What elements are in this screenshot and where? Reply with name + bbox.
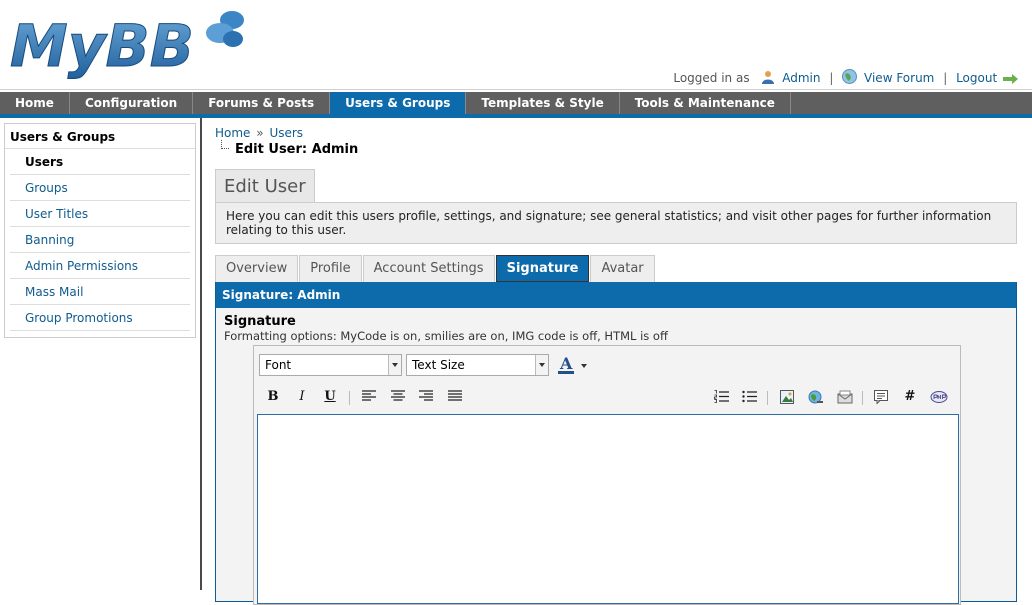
php-code-button[interactable] [928,387,950,407]
chevron-down-icon [581,364,587,368]
tab-bar: Overview Profile Account Settings Signat… [215,255,1017,282]
tab-overview[interactable]: Overview [215,255,299,282]
breadcrumb-users[interactable]: Users [269,126,303,140]
main-content: Home » Users Edit User: Admin Edit User … [215,126,1017,605]
font-select-value: Font [265,358,292,372]
underline-button[interactable]: U [319,387,341,407]
toolbar-separator [862,391,863,405]
sidebar-item-mass-mail[interactable]: Mass Mail [10,279,190,305]
breadcrumb: Home » Users [215,126,1017,140]
code-button[interactable]: # [899,387,921,407]
sidebar-item-banning[interactable]: Banning [10,227,190,253]
italic-button[interactable]: I [291,387,313,407]
sidebar-item-label[interactable]: User Titles [25,207,88,221]
user-link[interactable]: Admin [782,71,820,85]
signature-label: Signature [224,314,296,329]
sidebar-item-label[interactable]: Group Promotions [25,311,133,325]
insert-email-button[interactable] [834,387,856,407]
page-title: Edit User [215,169,315,202]
justify-icon [448,390,462,401]
page-intro: Here you can edit this users profile, se… [215,202,1017,244]
bold-button[interactable]: B [262,387,284,407]
nav-home[interactable]: Home [0,92,70,114]
align-right-button[interactable] [415,387,437,407]
ordered-list-icon [713,390,729,403]
tab-signature[interactable]: Signature [495,255,590,282]
sidebar-item-label[interactable]: Admin Permissions [25,259,138,273]
text-size-select[interactable]: Text Size [406,354,549,376]
logout-link[interactable]: Logout [956,71,997,85]
mybb-logo[interactable]: MyBB [8,6,248,82]
arrow-right-icon [1003,73,1019,87]
nav-templates-style[interactable]: Templates & Style [466,92,620,114]
userbar: Logged in as Admin | View Forum | Logout [673,69,1022,87]
sidebar-item-group-promotions[interactable]: Group Promotions [10,305,190,331]
align-left-icon [362,390,376,401]
breadcrumb-current: Edit User: Admin [215,140,1017,158]
tab-profile[interactable]: Profile [299,255,362,282]
nav-users-groups[interactable]: Users & Groups [330,92,467,114]
sidebar-item-label[interactable]: Banning [25,233,74,247]
main-nav: Home Configuration Forums & Posts Users … [0,92,1032,118]
panel-title: Signature: Admin [216,282,1016,308]
quote-button[interactable] [870,387,892,407]
link-globe-icon [808,390,823,404]
logged-in-label: Logged in as [673,71,750,85]
logo-text: MyBB [10,12,194,80]
sidebar-item-label[interactable]: Groups [25,181,68,195]
sidebar-item-label[interactable]: Users [25,155,63,169]
image-icon [780,390,794,404]
align-right-icon [419,390,433,401]
ordered-list-button[interactable] [710,387,732,407]
header: MyBB Logged in as Admin | View Forum | L… [0,0,1032,90]
nav-configuration[interactable]: Configuration [70,92,194,114]
sidebar-item-label[interactable]: Mass Mail [25,285,83,299]
breadcrumb-current-label: Edit User: Admin [235,142,359,157]
insert-image-button[interactable] [776,387,798,407]
chevron-down-icon [388,355,401,375]
align-center-button[interactable] [387,387,409,407]
justify-button[interactable] [444,387,466,407]
unordered-list-icon [741,390,757,403]
align-center-icon [391,390,405,401]
align-left-button[interactable] [358,387,380,407]
signature-editor: Font Text Size A B I U # [253,345,961,605]
tab-account-settings[interactable]: Account Settings [362,255,495,282]
email-icon [837,390,853,404]
view-forum-link[interactable]: View Forum [864,71,934,85]
sidebar: Users & Groups Users Groups User Titles … [4,123,196,338]
chevron-down-icon [535,355,548,375]
text-color-button[interactable]: A [556,354,590,375]
formatting-options-text: Formatting options: MyCode is on, smilie… [224,329,668,343]
color-bar [558,371,574,374]
insert-link-button[interactable] [805,387,827,407]
user-icon [761,70,775,87]
sidebar-item-user-titles[interactable]: User Titles [10,201,190,227]
sidebar-item-users[interactable]: Users [10,149,190,175]
breadcrumb-home[interactable]: Home [215,126,250,140]
text-size-select-value: Text Size [412,358,465,372]
sidebar-title: Users & Groups [5,124,195,149]
nav-tools-maintenance[interactable]: Tools & Maintenance [620,92,791,114]
unordered-list-button[interactable] [738,387,760,407]
mybb-logo-graphic: MyBB [10,11,244,81]
tab-avatar[interactable]: Avatar [590,255,655,282]
breadcrumb-separator: » [256,126,264,140]
sidebar-divider [200,118,202,590]
php-icon [930,391,948,403]
toolbar-separator [767,391,768,405]
sidebar-item-groups[interactable]: Groups [10,175,190,201]
nav-forums-posts[interactable]: Forums & Posts [193,92,331,114]
separator: | [829,71,834,85]
tree-connector [221,140,229,149]
toolbar-separator [349,391,350,405]
globe-icon [842,69,858,87]
font-select[interactable]: Font [259,354,402,376]
separator: | [943,71,948,85]
quote-icon [874,390,888,404]
signature-textarea[interactable] [257,414,959,604]
sidebar-item-admin-permissions[interactable]: Admin Permissions [10,253,190,279]
